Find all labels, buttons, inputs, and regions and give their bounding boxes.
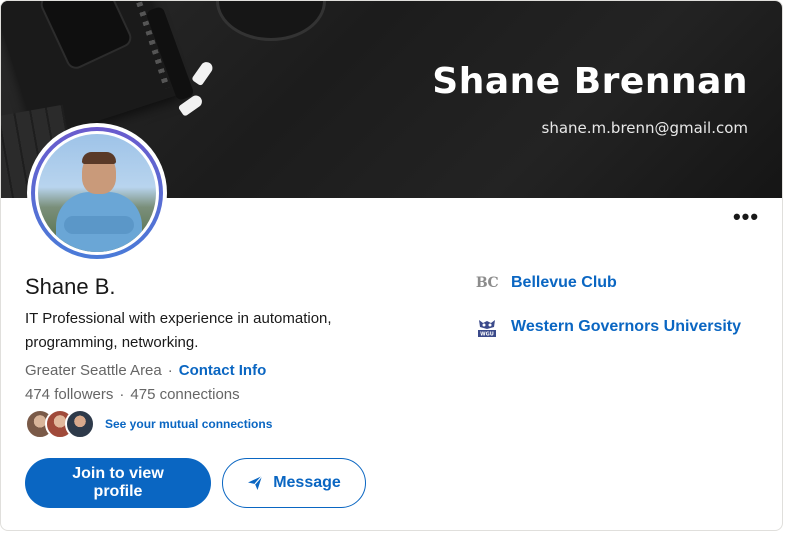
profile-meta: Greater Seattle Area · Contact Info [25,359,425,383]
mutual-connections[interactable]: See your mutual connections [25,409,272,439]
cover-email: shane.m.brenn@gmail.com [541,119,748,137]
separator-dot: · [167,362,173,379]
followers-count: 474 followers [25,386,114,403]
avatar [65,409,95,439]
owl-icon: WGU [475,315,499,339]
avatar-ring [31,127,163,259]
message-label: Message [273,474,341,491]
connections-count: 475 connections [130,386,240,403]
avatar-arms [64,216,134,234]
mutual-avatars [25,409,97,439]
send-icon [248,475,263,490]
org-bellevue-club[interactable]: BC Bellevue Club [475,269,741,297]
separator-dot: · [119,386,125,403]
profile-headline: IT Professional with experience in autom… [25,310,332,351]
avatar-photo [35,131,159,255]
message-button[interactable]: Message [222,458,366,508]
cover-name: Shane Brennan [432,61,748,102]
avatar-hair [82,152,116,164]
org-name: Western Governors University [511,318,742,335]
org-western-governors-university[interactable]: WGU Western Governors University [475,313,741,341]
profile-actions: Join to view profile Message [25,458,366,508]
profile-name: Shane B. [25,274,116,299]
profile-card: Shane Brennan shane.m.brenn@gmail.com ••… [0,0,783,531]
join-to-view-profile-button[interactable]: Join to view profile [25,458,211,508]
organizations-list: BC Bellevue Club WGU Western Governors U… [475,269,741,357]
more-options-button[interactable]: ••• [731,206,761,233]
location: Greater Seattle Area [25,362,162,379]
wgu-logo-text: WGU [480,332,494,338]
cup-decoration [216,1,326,41]
ellipsis-icon: ••• [732,204,760,229]
profile-info: Shane B. IT Professional with experience… [25,273,425,407]
contact-info-link[interactable]: Contact Info [179,362,267,379]
org-name: Bellevue Club [511,274,617,291]
bellevue-club-logo: BC [475,275,499,291]
airpod-decoration [191,59,215,87]
profile-stats: 474 followers · 475 connections [25,383,425,407]
profile-avatar[interactable] [27,123,167,263]
mutual-connections-link[interactable]: See your mutual connections [105,417,272,431]
